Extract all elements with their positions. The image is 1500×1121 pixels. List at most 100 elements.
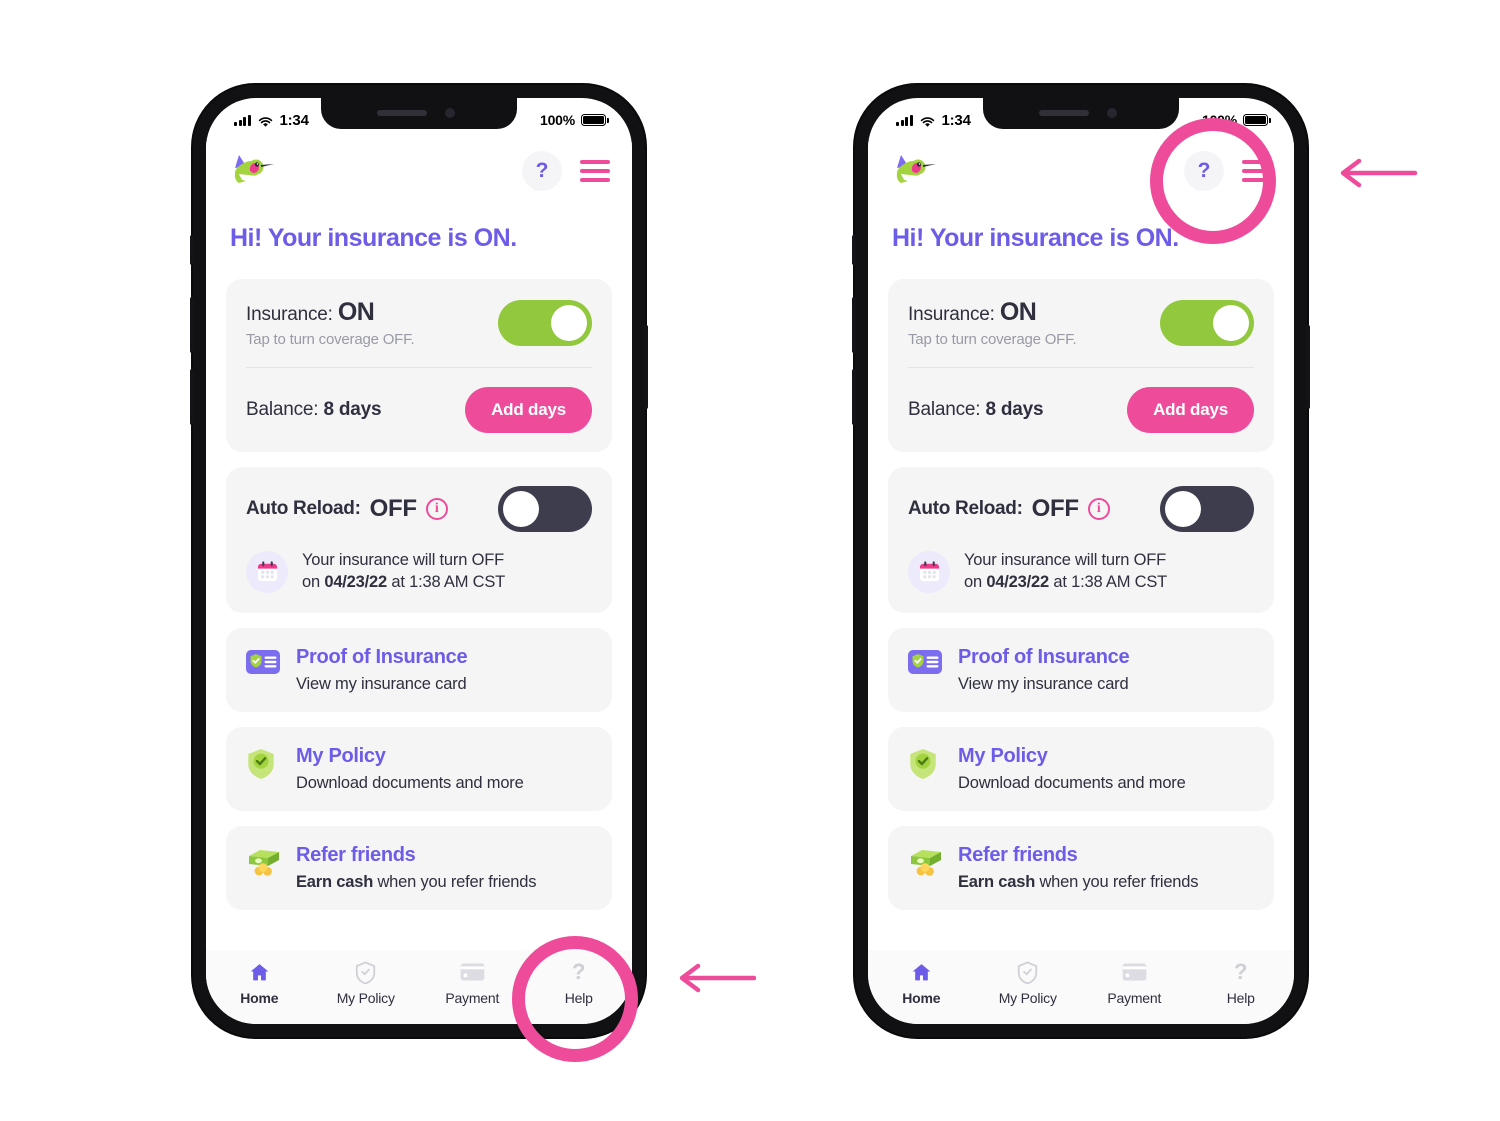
calendar-icon	[908, 550, 950, 593]
hamburger-menu-icon[interactable]	[1242, 160, 1272, 182]
wifi-icon	[920, 115, 935, 127]
link-my-policy[interactable]: My Policy Download documents and more	[888, 726, 1274, 811]
toggle-knob	[551, 305, 587, 341]
info-circle-icon[interactable]: i	[1087, 498, 1110, 520]
insurance-status-line: Insurance: ON	[246, 298, 414, 327]
link-title: My Policy	[296, 744, 386, 767]
expiry-notice-text: Your insurance will turn OFF on 04/23/22…	[964, 550, 1167, 594]
insurance-toggle-row[interactable]: Insurance: ON Tap to turn coverage OFF.	[246, 298, 592, 348]
battery-full-icon	[581, 114, 609, 126]
bottom-tab-bar: Home My Policy Payment ? Help	[868, 950, 1294, 1024]
auto-reload-value: OFF	[1031, 495, 1079, 522]
tab-home[interactable]: Home	[877, 959, 965, 1006]
info-circle-icon[interactable]: i	[425, 498, 448, 520]
phone-power-button	[644, 325, 648, 409]
help-question-button[interactable]: ?	[1184, 151, 1224, 191]
tab-payment[interactable]: Payment	[428, 959, 516, 1006]
hamburger-menu-icon[interactable]	[580, 160, 610, 182]
battery-percent: 100%	[539, 112, 575, 128]
notice-line-1: Your insurance will turn OFF	[302, 551, 504, 569]
shield-check-icon	[1017, 959, 1038, 985]
shield-check-icon	[908, 748, 942, 782]
credit-card-icon	[1122, 959, 1147, 985]
home-icon	[248, 959, 271, 985]
link-title: Proof of Insurance	[958, 645, 1130, 668]
wifi-icon	[258, 115, 273, 127]
screenshot-canvas: 1:34 100% ? Hi! Your insurance is ON. In…	[0, 0, 1500, 1121]
phone-silent-switch	[852, 235, 856, 265]
insurance-subtitle: Tap to turn coverage OFF.	[246, 331, 415, 348]
link-my-policy[interactable]: My Policy Download documents and more	[226, 726, 612, 811]
insurance-toggle-row[interactable]: Insurance: ON Tap to turn coverage OFF.	[908, 298, 1254, 348]
question-mark-icon: ?	[1197, 159, 1211, 182]
expiry-notice: Your insurance will turn OFF on 04/23/22…	[908, 550, 1254, 594]
front-camera	[1107, 108, 1117, 118]
auto-reload-toggle[interactable]	[498, 486, 592, 532]
page-title: Hi! Your insurance is ON.	[892, 224, 1179, 252]
link-title: Refer friends	[958, 843, 1078, 866]
notice-suffix: at 1:38 AM CST	[386, 572, 506, 591]
front-camera	[445, 108, 455, 118]
shield-check-icon	[246, 748, 280, 782]
balance-label: Balance:	[908, 399, 981, 420]
balance-row: Balance: 8 days Add days	[908, 387, 1254, 433]
phone-silent-switch	[190, 235, 194, 265]
insurance-value: ON	[337, 298, 375, 326]
tab-my-policy[interactable]: My Policy	[984, 959, 1072, 1006]
money-cash-icon	[908, 847, 942, 881]
insurance-toggle[interactable]	[498, 300, 592, 346]
tab-help[interactable]: ? Help	[1197, 959, 1285, 1006]
question-mark-icon: ?	[535, 159, 549, 182]
balance-line: Balance: 8 days	[908, 399, 1044, 421]
app-content: Hi! Your insurance is ON. Insurance: ON …	[206, 200, 632, 950]
add-days-button[interactable]: Add days	[1127, 387, 1254, 433]
bottom-tab-bar: Home My Policy Payment ? Help	[206, 950, 632, 1024]
insurance-status-line: Insurance: ON	[908, 298, 1076, 327]
link-title: Refer friends	[296, 843, 416, 866]
balance-value: 8 days	[323, 399, 382, 420]
battery-percent: 100%	[1201, 112, 1237, 128]
tab-label: Payment	[1107, 990, 1162, 1006]
link-subtitle: Earn cash when you refer friends	[958, 872, 1199, 892]
insurance-card-icon	[246, 649, 280, 683]
tab-home[interactable]: Home	[215, 959, 303, 1006]
insurance-toggle[interactable]	[1160, 300, 1254, 346]
auto-reload-row[interactable]: Auto Reload: OFF i	[246, 486, 592, 532]
link-refer-friends[interactable]: Refer friends Earn cash when you refer f…	[888, 825, 1274, 910]
app-header: ?	[868, 142, 1294, 200]
left-arrow-icon	[1337, 157, 1418, 194]
phone-notch	[983, 98, 1179, 129]
cellular-signal-icon	[896, 114, 913, 126]
calendar-icon	[246, 550, 288, 593]
cellular-signal-icon	[234, 114, 251, 126]
tab-my-policy[interactable]: My Policy	[322, 959, 410, 1006]
link-subtitle-rest: when you refer friends	[1035, 872, 1199, 891]
link-title: Proof of Insurance	[296, 645, 468, 668]
link-proof-of-insurance[interactable]: Proof of Insurance View my insurance car…	[888, 627, 1274, 712]
toggle-knob	[1213, 305, 1249, 341]
link-subtitle: Download documents and more	[958, 773, 1186, 792]
expiry-notice-text: Your insurance will turn OFF on 04/23/22…	[302, 550, 505, 594]
header-actions: ?	[522, 151, 610, 191]
page-title: Hi! Your insurance is ON.	[230, 224, 517, 252]
insurance-label: Insurance:	[246, 304, 333, 325]
tab-payment[interactable]: Payment	[1090, 959, 1178, 1006]
tab-help[interactable]: ? Help	[535, 959, 623, 1006]
balance-value: 8 days	[985, 399, 1044, 420]
tab-label: Home	[240, 990, 279, 1006]
auto-reload-toggle[interactable]	[1160, 486, 1254, 532]
link-proof-of-insurance[interactable]: Proof of Insurance View my insurance car…	[226, 627, 612, 712]
balance-label: Balance:	[246, 399, 319, 420]
status-bar-right: 100%	[539, 112, 609, 128]
phone-screen-left: 1:34 100% ? Hi! Your insurance is ON. In…	[206, 98, 632, 1024]
link-subtitle-bold: Earn cash	[958, 872, 1036, 891]
notice-date: 04/23/22	[986, 572, 1049, 591]
add-days-button[interactable]: Add days	[465, 387, 592, 433]
help-question-button[interactable]: ?	[522, 151, 562, 191]
tab-label: Home	[902, 990, 941, 1006]
phone-volume-down-button	[190, 369, 194, 425]
auto-reload-row[interactable]: Auto Reload: OFF i	[908, 486, 1254, 532]
balance-row: Balance: 8 days Add days	[246, 387, 592, 433]
insurance-status-card: Insurance: ON Tap to turn coverage OFF. …	[888, 279, 1274, 452]
link-refer-friends[interactable]: Refer friends Earn cash when you refer f…	[226, 825, 612, 910]
